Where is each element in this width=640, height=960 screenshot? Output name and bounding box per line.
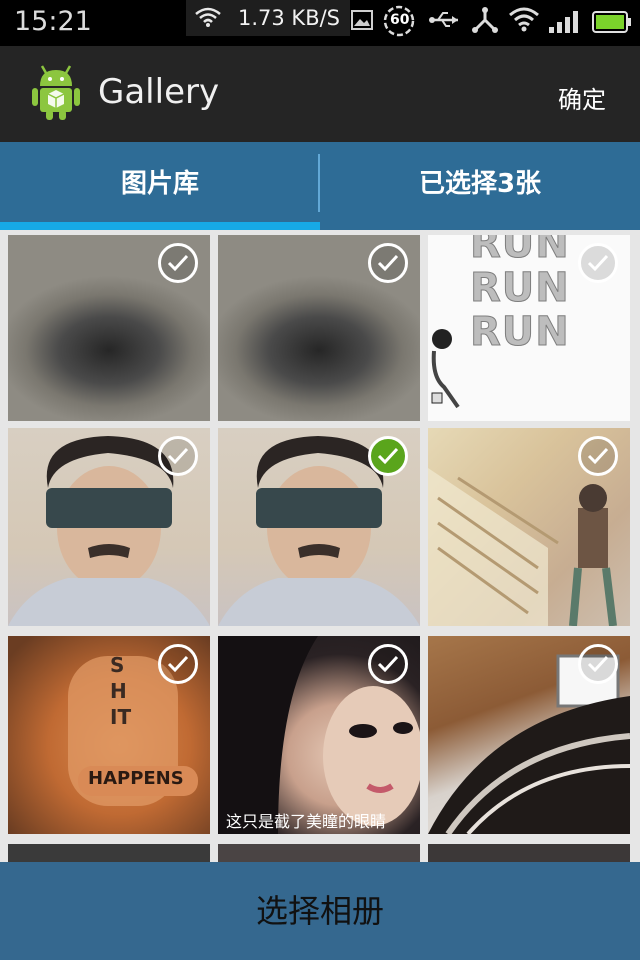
photo-item[interactable]: 这只是截了美瞳的眼睛: [218, 636, 420, 834]
image-notification-icon: [350, 8, 374, 36]
net-speed: 1.73 KB/S: [238, 6, 341, 30]
select-check-icon[interactable]: [158, 436, 198, 476]
photo-item[interactable]: [428, 636, 630, 834]
select-check-icon[interactable]: [368, 243, 408, 283]
status-bar: 15:21 1.73 KB/S 60: [0, 0, 640, 46]
hand-text: HAPPENS: [88, 768, 184, 789]
select-check-icon-checked[interactable]: [368, 436, 408, 476]
select-check-icon[interactable]: [578, 436, 618, 476]
photo-item[interactable]: [428, 844, 630, 862]
photo-caption: 这只是截了美瞳的眼睛: [226, 812, 387, 831]
photo-item[interactable]: [428, 428, 630, 626]
battery-icon: [592, 10, 632, 38]
action-bar: Gallery 确定: [0, 46, 640, 142]
confirm-button[interactable]: 确定: [552, 78, 612, 117]
photo-item[interactable]: [8, 235, 210, 421]
android-gallery-logo-icon: [30, 64, 82, 122]
tab-selected[interactable]: 已选择3张: [320, 142, 640, 230]
timer-badge: 60: [390, 12, 410, 28]
timer-icon: 60: [382, 4, 416, 42]
select-check-icon[interactable]: [158, 644, 198, 684]
app-title: Gallery: [98, 72, 220, 112]
photo-grid: RUN RUN RUN SHIT HAPPENS 这只是截了美瞳的眼睛: [0, 230, 640, 862]
tab-gallery[interactable]: 图片库: [0, 142, 320, 230]
photo-item[interactable]: RUN RUN RUN: [428, 235, 630, 421]
poster-text: RUN: [470, 309, 570, 356]
usb-icon: [428, 8, 462, 36]
knuckle-text: SHIT: [110, 653, 132, 729]
cartoon-figure-icon: [431, 329, 460, 409]
photo-item[interactable]: [8, 428, 210, 626]
poster-text: RUN: [470, 265, 570, 312]
signal-icon: [548, 10, 582, 38]
tab-selected-indicator: [0, 222, 320, 230]
photo-item[interactable]: [218, 844, 420, 862]
photo-item[interactable]: [8, 844, 210, 862]
select-check-icon[interactable]: [158, 243, 198, 283]
wifi-icon: [508, 5, 540, 37]
status-time: 15:21: [14, 6, 92, 37]
tab-bar: 图片库 已选择3张: [0, 142, 640, 230]
choose-album-button[interactable]: 选择相册: [0, 862, 640, 960]
poster-text: RUN: [470, 235, 570, 268]
photo-item[interactable]: [218, 428, 420, 626]
wifi-icon: [194, 6, 222, 32]
usb-debug-icon: [470, 6, 500, 38]
select-check-icon[interactable]: [578, 644, 618, 684]
select-check-icon[interactable]: [368, 644, 408, 684]
photo-item[interactable]: SHIT HAPPENS: [8, 636, 210, 834]
select-check-icon[interactable]: [578, 243, 618, 283]
photo-item[interactable]: [218, 235, 420, 421]
